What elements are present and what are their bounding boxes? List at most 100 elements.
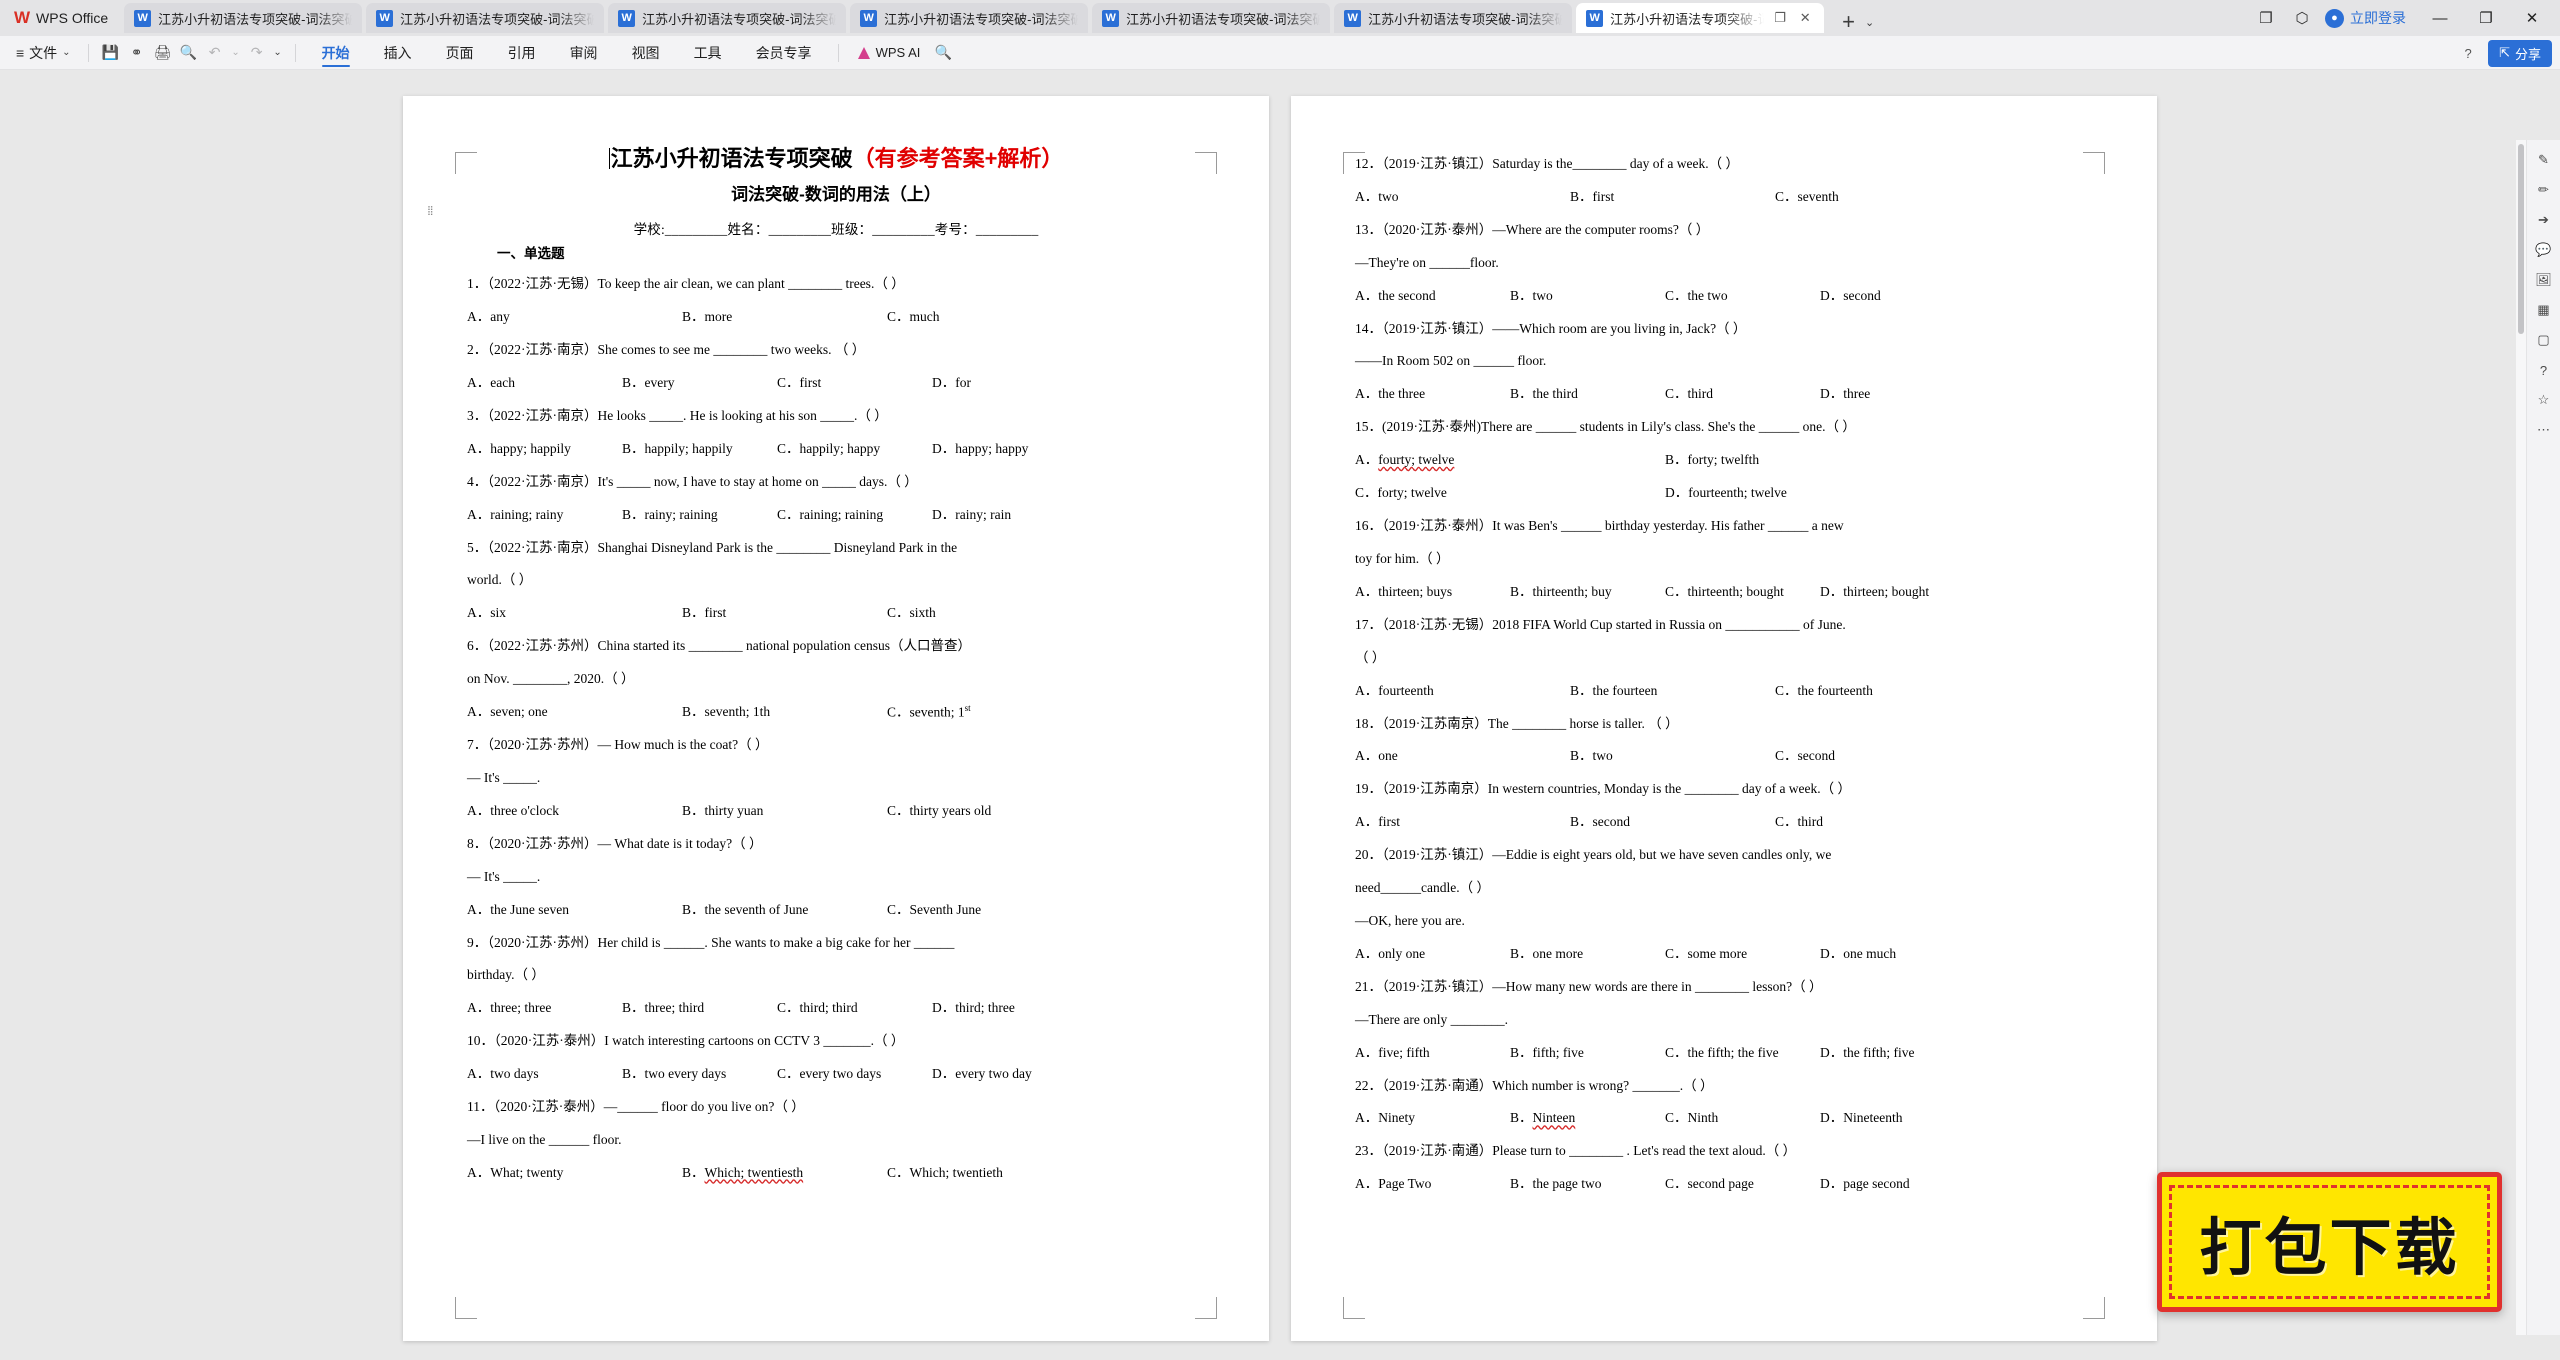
wps-ai-button[interactable]: WPS AI <box>848 45 931 60</box>
option-item: D．for <box>932 374 971 390</box>
document-tab[interactable]: W 江苏小升初语法专项突破-词法突破-冠 <box>608 3 847 33</box>
tab-add-group: + ⌄ <box>1828 11 1874 33</box>
question-text: — It's _____. <box>467 868 541 884</box>
document-workspace[interactable]: ⣿ 江苏小升初语法专项突破（有参考答案+解析） 词法突破-数词的用法（上） 学校… <box>0 70 2560 1360</box>
undo-icon[interactable]: ↶ <box>202 40 228 66</box>
more-icon[interactable]: ⋯ <box>2530 416 2558 444</box>
tab-label: 江苏小升初语法专项突破-词法突破-数 <box>1368 11 1563 27</box>
document-page-right[interactable]: 12．（2019·江苏·镇江）Saturday is the________ d… <box>1291 96 2157 1341</box>
margin-mark <box>1343 1297 1365 1319</box>
customize-chevron-icon[interactable]: ⌄ <box>270 40 286 66</box>
minimize-button[interactable]: — <box>2418 0 2462 36</box>
option-item: C．thirty years old <box>887 802 992 818</box>
restore-tab-icon[interactable]: ❐ <box>1771 9 1789 27</box>
multi-window-icon[interactable]: ❐ <box>2249 3 2283 33</box>
login-button[interactable]: ● 立即登录 <box>2321 8 2416 28</box>
option-item: B．two every days <box>622 1066 727 1082</box>
file-menu-button[interactable]: ≡ 文件 ⌄ <box>10 43 79 63</box>
option-item: A．six <box>467 605 507 621</box>
new-tab-button[interactable]: + <box>1836 11 1861 33</box>
question-text: —There are only ________. <box>1355 1011 1508 1027</box>
option-item: A．seven; one <box>467 704 548 720</box>
option-row: A．only one B．one more C．some more D．one muc… <box>1355 943 2093 965</box>
help-circle-icon[interactable]: ? <box>2530 356 2558 384</box>
question-text: 9．（2020·江苏·苏州）Her child is ______. She w… <box>467 934 955 950</box>
option-item: A．five; fifth <box>1355 1044 1430 1060</box>
option-item: C．third <box>1665 386 1714 402</box>
shape-icon[interactable]: ▢ <box>2530 326 2558 354</box>
cursor-icon[interactable]: ➔ <box>2530 206 2558 234</box>
question-text: 13．（2020·江苏·泰州）—Where are the computer r… <box>1355 221 1710 237</box>
cube-icon[interactable]: ⬡ <box>2285 3 2319 33</box>
document-tab[interactable]: W 江苏小升初语法专项突破-词法突破-冠 <box>124 3 363 33</box>
download-stamp[interactable]: 打包下载 <box>2157 1172 2502 1312</box>
document-tab[interactable]: W 江苏小升初语法专项突破-词法突破-冠 <box>366 3 605 33</box>
chevron-down-icon[interactable]: ⌄ <box>1865 16 1874 29</box>
picture-icon[interactable]: 🖼 <box>2530 266 2558 294</box>
document-body-left: 江苏小升初语法专项突破（有参考答案+解析） 词法突破-数词的用法（上） 学校:_… <box>467 142 1205 1184</box>
question-text: 14．（2019·江苏·镇江）——Which room are you livi… <box>1355 320 1747 336</box>
option-item: B．second <box>1570 814 1630 830</box>
ribbon-tab-page[interactable]: 页面 <box>429 36 491 70</box>
document-tab[interactable]: W 江苏小升初语法专项突破-词法突破-数 <box>1334 3 1573 33</box>
right-toolbar: ✎ ✏ ➔ 💬 🖼 ▦ ▢ ? ☆ ⋯ <box>2526 140 2560 1335</box>
share-button[interactable]: ⇱ 分享 <box>2488 39 2552 67</box>
print-icon[interactable]: 🖨 <box>150 40 176 66</box>
ribbon-tab-member[interactable]: 会员专享 <box>739 36 829 70</box>
wps-logo-icon: W <box>14 8 30 27</box>
help-icon[interactable]: ? <box>2456 41 2480 65</box>
ribbon-tab-review[interactable]: 审阅 <box>553 36 615 70</box>
table-icon[interactable]: ▦ <box>2530 296 2558 324</box>
option-item: C．seventh <box>1775 188 1839 204</box>
print-preview-icon[interactable]: 🔍 <box>176 40 202 66</box>
chevron-down-icon: ⌄ <box>62 47 71 58</box>
vertical-scrollbar[interactable] <box>2516 140 2526 1335</box>
spellcheck-underline: fourty; twelve <box>1378 452 1455 468</box>
ribbon-tab-home[interactable]: 开始 <box>305 36 367 70</box>
option-row: A．Ninety B．Ninteen C．Ninth D．Nineteenth <box>1355 1107 2093 1129</box>
wps-ai-icon <box>857 46 870 59</box>
option-item: C．thirteenth; bought <box>1665 583 1784 599</box>
question-text: 11．（2020·江苏·泰州）—______ floor do you live… <box>467 1099 805 1115</box>
ribbon-tab-reference[interactable]: 引用 <box>491 36 553 70</box>
ribbon-tab-view[interactable]: 视图 <box>615 36 677 70</box>
paragraph-handle-icon[interactable]: ⣿ <box>427 206 435 215</box>
option-item: B．thirty yuan <box>682 802 764 818</box>
option-item: D．fourteenth; twelve <box>1665 485 1787 501</box>
star-icon[interactable]: ☆ <box>2530 386 2558 414</box>
pen-icon[interactable]: ✎ <box>2530 146 2558 174</box>
document-tab[interactable]: W 江苏小升初语法专项突破-词法突破-连 <box>850 3 1089 33</box>
option-row: A．three o'clock B．thirty yuan C．thirty yea… <box>467 800 1205 822</box>
scrollbar-thumb[interactable] <box>2518 144 2524 334</box>
option-item: B．Which; twentiesth <box>682 1164 804 1180</box>
save-icon[interactable]: 💾 <box>98 40 124 66</box>
ribbon-tab-tools[interactable]: 工具 <box>677 36 739 70</box>
option-item: A．the second <box>1355 287 1436 303</box>
tab-label: 江苏小升初语法专项突破-词法 <box>1610 11 1765 27</box>
stamp-label: 打包下载 <box>2199 1213 2460 1283</box>
document-tab[interactable]: W 江苏小升初语法专项突破-词法突破-数 <box>1092 3 1331 33</box>
question-text: 12．（2019·江苏·镇江）Saturday is the________ d… <box>1355 156 1739 171</box>
close-tab-icon[interactable]: ✕ <box>1796 9 1814 27</box>
option-item: A．What; twenty <box>467 1164 564 1180</box>
app-badge[interactable]: W WPS Office <box>0 3 124 33</box>
highlighter-icon[interactable]: ✏ <box>2530 176 2558 204</box>
option-item: B．rainy; raining <box>622 506 718 522</box>
question-text: 17．（2018·江苏·无锡）2018 FIFA World Cup start… <box>1355 616 1846 632</box>
option-row: A．two days B．two every days C．every two da… <box>467 1063 1205 1085</box>
tab-label: 江苏小升初语法专项突破-词法突破-冠 <box>158 11 353 27</box>
cloud-save-icon[interactable]: ⚭ <box>124 40 150 66</box>
close-window-button[interactable]: ✕ <box>2510 0 2554 36</box>
question-text: toy for him.（ ） <box>1355 551 1450 567</box>
comment-icon[interactable]: 💬 <box>2530 236 2558 264</box>
undo-chevron-icon[interactable]: ⌄ <box>228 40 244 66</box>
maximize-button[interactable]: ❐ <box>2464 0 2508 36</box>
option-item: B．the third <box>1510 386 1578 402</box>
redo-icon[interactable]: ↷ <box>244 40 270 66</box>
document-page-left[interactable]: ⣿ 江苏小升初语法专项突破（有参考答案+解析） 词法突破-数词的用法（上） 学校… <box>403 96 1269 1341</box>
margin-mark <box>1195 1297 1217 1319</box>
document-tab-active[interactable]: W 江苏小升初语法专项突破-词法 ❐ ✕ <box>1576 3 1825 33</box>
spellcheck-underline: Which; twentiesth <box>704 1164 804 1180</box>
search-icon[interactable]: 🔍 <box>930 40 956 66</box>
ribbon-tab-insert[interactable]: 插入 <box>367 36 429 70</box>
